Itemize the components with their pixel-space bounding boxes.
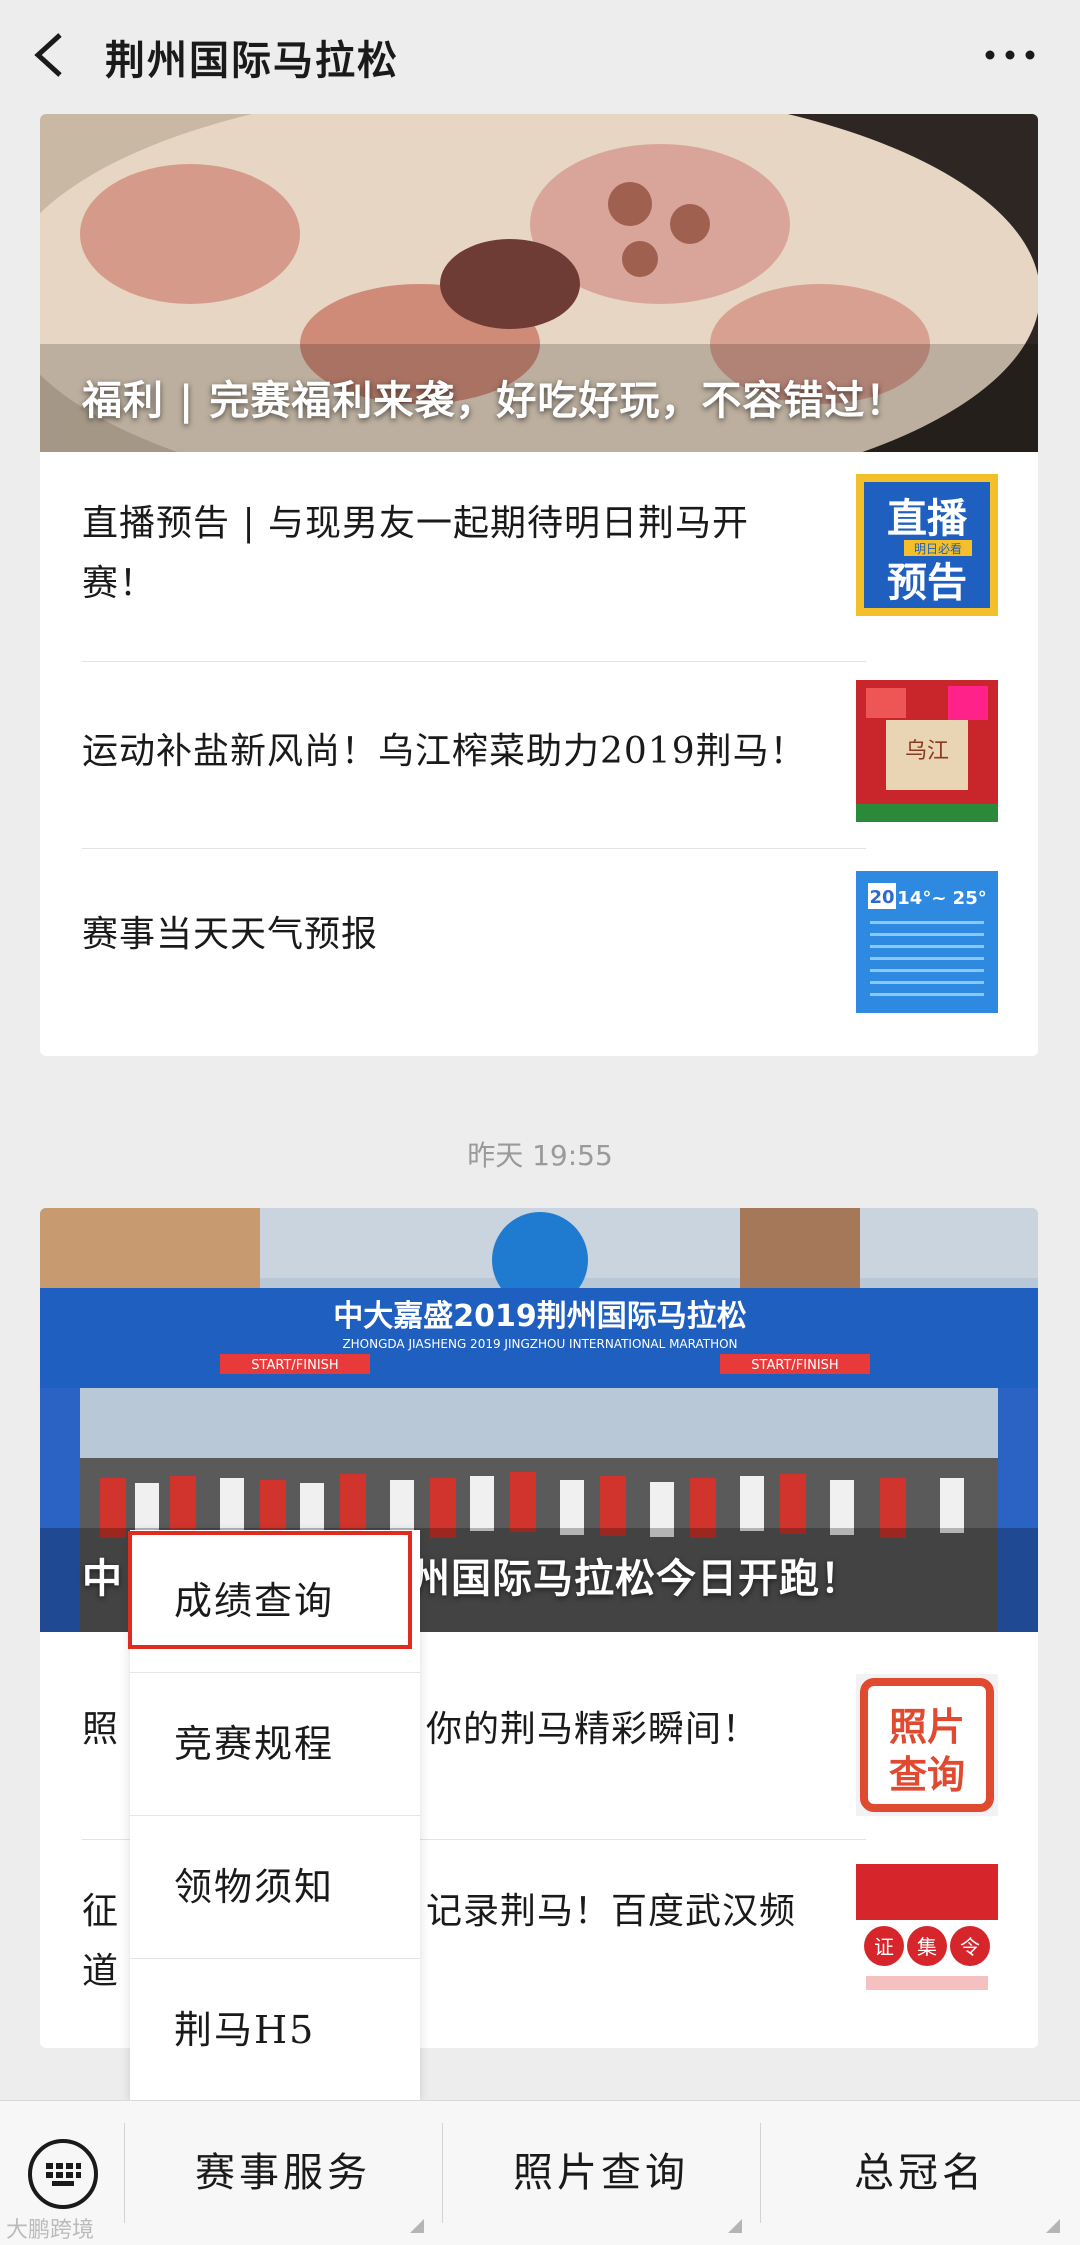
menu-item-score-query[interactable]: 成绩查询 xyxy=(130,1530,420,1673)
thumb-text: 证 xyxy=(874,1935,894,1959)
list-item[interactable]: 运动补盐新风尚！乌江榨菜助力2019荆马！ 乌江 xyxy=(40,662,1038,848)
thumb-tag: 明日必看 xyxy=(914,542,962,556)
thumb-live-preview: 直播 明日必看 预告 xyxy=(856,474,998,616)
thumb-photo-query: 照片 查询 xyxy=(856,1674,998,1816)
article-title-right: 记录荆马！百度武汉频 xyxy=(426,1891,797,1932)
popup-menu: 成绩查询 竞赛规程 领物须知 荆马H5 xyxy=(130,1530,420,2100)
article-title: 赛事当天天气预报 xyxy=(82,914,379,955)
thumb-text: 照片 xyxy=(889,1705,965,1749)
banner-subtext: ZHONGDA JIASHENG 2019 JINGZHOU INTERNATI… xyxy=(342,1337,737,1351)
article-title: 直播预告 | 与现男友一起期待明日荆马开赛！ xyxy=(82,503,750,604)
menu-item-competition-rules[interactable]: 竞赛规程 xyxy=(130,1673,420,1816)
submenu-indicator-icon xyxy=(410,2219,424,2233)
article-title-right: 你的荆马精彩瞬间！ xyxy=(426,1709,760,1750)
more-horizontal-icon[interactable] xyxy=(980,40,1040,70)
thumb-text: 直播 xyxy=(887,496,968,542)
hero-title-left: 中 xyxy=(82,1555,123,1602)
tab-photo-query[interactable]: 照片查询 xyxy=(442,2101,760,2245)
article-title: 运动补盐新风尚！乌江榨菜助力2019荆马！ xyxy=(82,731,807,772)
thumb-text: 14°~ 25° xyxy=(897,888,986,909)
page-title: 荆州国际马拉松 xyxy=(105,38,399,84)
thumb-text: 乌江 xyxy=(905,739,949,764)
thumb-text: 查询 xyxy=(889,1753,965,1797)
hero-title: 福利 | 完赛福利来袭，好吃好玩，不容错过！ xyxy=(82,377,907,424)
list-item[interactable]: 直播预告 | 与现男友一起期待明日荆马开赛！ 直播 明日必看 预告 xyxy=(40,452,1038,638)
banner-start-finish: START/FINISH xyxy=(251,1358,338,1373)
thumb-wujiang: 乌江 xyxy=(856,680,998,822)
list-item[interactable]: 赛事当天天气预报 20 14°~ 25° xyxy=(40,849,1038,1035)
thumb-text: 集 xyxy=(917,1935,937,1959)
tab-title-sponsor[interactable]: 总冠名 xyxy=(760,2101,1080,2245)
chevron-left-icon[interactable] xyxy=(30,30,70,80)
thumb-collect-order: 证 集 令 xyxy=(856,1864,998,2006)
bottom-menu-bar: 赛事服务 照片查询 总冠名 xyxy=(0,2100,1080,2245)
thumb-text: 20 xyxy=(869,887,894,908)
banner-start-finish: START/FINISH xyxy=(751,1358,838,1373)
menu-item-pickup-notice[interactable]: 领物须知 xyxy=(130,1816,420,1959)
tab-event-services[interactable]: 赛事服务 xyxy=(124,2101,442,2245)
banner-text: 中大嘉盛2019荆州国际马拉松 xyxy=(333,1299,747,1334)
watermark: 大鹏跨境 xyxy=(6,2218,95,2243)
keyboard-icon[interactable] xyxy=(28,2139,98,2209)
thumb-text: 预告 xyxy=(887,560,967,606)
hero-title-right: 州国际马拉松今日开跑！ xyxy=(410,1555,861,1602)
thumb-weather: 20 14°~ 25° xyxy=(856,871,998,1013)
submenu-indicator-icon xyxy=(728,2219,742,2233)
hero-article-food[interactable]: 福利 | 完赛福利来袭，好吃好玩，不容错过！ xyxy=(40,114,1038,452)
top-bar: 荆州国际马拉松 xyxy=(0,0,1080,110)
article-card-1: 福利 | 完赛福利来袭，好吃好玩，不容错过！ 直播预告 | 与现男友一起期待明日… xyxy=(40,114,1038,1056)
message-timestamp: 昨天 19:55 xyxy=(467,1139,613,1172)
submenu-indicator-icon xyxy=(1046,2219,1060,2233)
thumb-text: 令 xyxy=(960,1935,980,1959)
menu-item-jingma-h5[interactable]: 荆马H5 xyxy=(130,1959,420,2102)
